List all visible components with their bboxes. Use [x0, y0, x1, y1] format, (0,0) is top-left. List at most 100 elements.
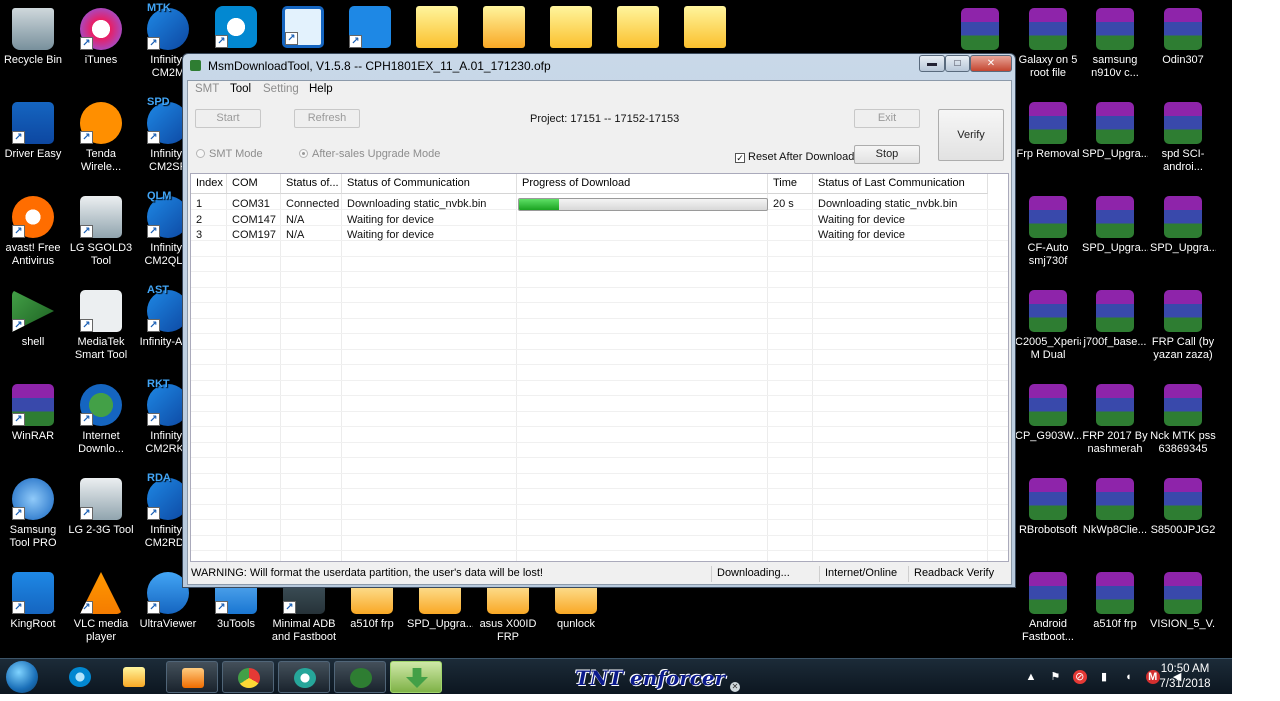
- desktop-icon[interactable]: SPD_Upgra...: [1150, 196, 1216, 255]
- desktop-icon[interactable]: Android Fastboot...: [1015, 572, 1081, 644]
- column-header[interactable]: Status of...: [281, 174, 342, 194]
- verify-button[interactable]: Verify: [938, 109, 1004, 161]
- desktop-icon[interactable]: S8500JPJG2: [1150, 478, 1216, 537]
- grid-line: [341, 194, 342, 561]
- desktop-icon[interactable]: CP_G903W...: [1015, 384, 1081, 443]
- shield-tray-icon[interactable]: ◖: [1121, 670, 1135, 684]
- desktop-icon[interactable]: Frp Removal: [1015, 102, 1081, 161]
- desktop-icon[interactable]: samsung n910v c...: [1082, 8, 1148, 80]
- desktop-icon[interactable]: ↗ MediaTek Smart Tool: [68, 290, 134, 362]
- icon-label: S8500JPJG2: [1150, 524, 1216, 536]
- network-signal-icon[interactable]: ▮: [1097, 670, 1111, 684]
- download-progress-bar: [518, 198, 768, 211]
- taskbar-media-player[interactable]: [166, 661, 218, 693]
- desktop-icon[interactable]: ↗ iTunes: [68, 8, 134, 67]
- column-header[interactable]: Status of Communication: [342, 174, 517, 194]
- desktop-icon[interactable]: ↗: [203, 6, 269, 52]
- aftersales-mode-radio[interactable]: After-sales Upgrade Mode: [299, 148, 440, 160]
- start-button[interactable]: [6, 661, 38, 693]
- desktop-icon[interactable]: SPD_Upgra...: [1082, 196, 1148, 255]
- taskbar-app[interactable]: [334, 661, 386, 693]
- column-header[interactable]: Status of Last Communication: [813, 174, 988, 194]
- desktop-icon[interactable]: [605, 6, 671, 52]
- desktop-icon[interactable]: ↗ Samsung Tool PRO: [0, 478, 66, 550]
- desktop-icon[interactable]: RBrobotsoft: [1015, 478, 1081, 537]
- desktop-icon[interactable]: a510f frp: [1082, 572, 1148, 631]
- table-cell: Waiting for device: [818, 213, 906, 226]
- badge-text: MTK: [147, 2, 171, 14]
- title-bar[interactable]: MsmDownloadTool, V1.5.8 -- CPH1801EX_11_…: [183, 54, 1015, 76]
- desktop-icon[interactable]: [538, 6, 604, 52]
- desktop-icon[interactable]: Nck MTK pss 63869345: [1150, 384, 1216, 456]
- desktop-icon[interactable]: ↗ LG SGOLD3 Tool: [68, 196, 134, 268]
- taskbar-chrome[interactable]: [222, 661, 274, 693]
- taskbar-ccleaner[interactable]: [278, 661, 330, 693]
- desktop-icon[interactable]: ↗ KingRoot: [0, 572, 66, 631]
- table-cell: Waiting for device: [347, 213, 435, 226]
- device-grid[interactable]: Index COM Status of... Status of Communicat…: [190, 173, 1009, 562]
- minimize-button[interactable]: ▬: [919, 55, 945, 72]
- shortcut-arrow-icon: ↗: [147, 131, 160, 144]
- icon-label: MediaTek Smart Tool: [74, 336, 128, 361]
- start-button[interactable]: Start: [195, 109, 261, 128]
- desktop-icon[interactable]: Odin307: [1150, 8, 1216, 67]
- maximize-button[interactable]: □: [945, 55, 970, 72]
- desktop-icon[interactable]: Recycle Bin: [0, 8, 66, 67]
- desktop-icon[interactable]: FRP 2017 By nashmerah: [1082, 384, 1148, 456]
- desktop-icon[interactable]: ↗ WinRAR: [0, 384, 66, 443]
- taskbar-explorer[interactable]: [108, 661, 160, 693]
- watermark-logo: TNT enforcer: [575, 666, 726, 690]
- clock[interactable]: 10:50 AM 7/31/2018: [1150, 662, 1220, 692]
- icon-label: WinRAR: [11, 430, 55, 442]
- winrar-icon: ↗: [12, 384, 54, 426]
- taskbar-msm-download-tool[interactable]: [390, 661, 442, 693]
- shortcut-arrow-icon: ↗: [80, 37, 93, 50]
- menu-smt[interactable]: SMT: [195, 83, 219, 95]
- desktop-icon[interactable]: SPD_Upgra...: [1082, 102, 1148, 161]
- menu-help[interactable]: Help: [309, 83, 333, 95]
- desktop-icon[interactable]: ↗ Internet Downlo...: [68, 384, 134, 456]
- desktop-icon[interactable]: ↗ Tenda Wirele...: [68, 102, 134, 174]
- desktop-icon[interactable]: VISION_5_V...: [1150, 572, 1216, 631]
- desktop-icon[interactable]: ↗: [270, 6, 336, 52]
- icon-label: Nck MTK pss 63869345: [1150, 430, 1216, 455]
- close-button[interactable]: ✕: [970, 55, 1012, 72]
- desktop-icon[interactable]: ↗ avast! Free Antivirus: [0, 196, 66, 268]
- menu-tool[interactable]: Tool: [230, 83, 251, 95]
- column-header[interactable]: Progress of Download: [517, 174, 768, 194]
- desktop-icon[interactable]: NkWp8Clie...: [1082, 478, 1148, 537]
- refresh-button[interactable]: Refresh: [294, 109, 360, 128]
- desktop-icon[interactable]: ↗ Driver Easy: [0, 102, 66, 161]
- column-header[interactable]: Time: [768, 174, 813, 194]
- desktop-icon[interactable]: spd SCI-androi...: [1150, 102, 1216, 174]
- smt-mode-radio[interactable]: SMT Mode: [196, 148, 263, 160]
- shortcut-arrow-icon: ↗: [215, 601, 228, 614]
- grid-line: [987, 194, 988, 561]
- desktop-icon[interactable]: CF-Auto smj730f: [1015, 196, 1081, 268]
- desktop-icon[interactable]: ↗ VLC media player: [68, 572, 134, 644]
- taskbar-ie[interactable]: [54, 661, 106, 693]
- desktop-icon[interactable]: [947, 8, 1013, 54]
- recycle-icon: [12, 8, 54, 50]
- show-hidden-icons-icon[interactable]: ▲: [1024, 670, 1038, 684]
- column-header[interactable]: COM: [227, 174, 281, 194]
- stop-button[interactable]: Stop: [854, 145, 920, 164]
- desktop-icon[interactable]: [404, 6, 470, 52]
- desktop-icon[interactable]: ↗: [337, 6, 403, 52]
- antivirus-tray-icon[interactable]: ⊘: [1072, 670, 1087, 684]
- desktop-icon[interactable]: Galaxy on 5 root file: [1015, 8, 1081, 80]
- desktop-icon[interactable]: j700f_base...: [1082, 290, 1148, 349]
- reset-after-download-checkbox[interactable]: ✓ Reset After Download: [735, 151, 854, 163]
- watermark-close-icon[interactable]: ✕: [730, 682, 740, 692]
- menu-setting[interactable]: Setting: [263, 83, 299, 95]
- desktop-icon[interactable]: [672, 6, 738, 52]
- desktop-icon[interactable]: ↗ shell: [0, 290, 66, 349]
- column-header[interactable]: Index: [191, 174, 227, 194]
- exit-button[interactable]: Exit: [854, 109, 920, 128]
- desktop-icon[interactable]: ↗ LG 2-3G Tool: [68, 478, 134, 537]
- grid-line: [191, 457, 1008, 458]
- desktop-icon[interactable]: C2005_Xperia M Dual: [1015, 290, 1081, 362]
- action-center-flag-icon[interactable]: ⚑: [1048, 670, 1062, 684]
- desktop-icon[interactable]: [471, 6, 537, 52]
- desktop-icon[interactable]: FRP Call (by yazan zaza): [1150, 290, 1216, 362]
